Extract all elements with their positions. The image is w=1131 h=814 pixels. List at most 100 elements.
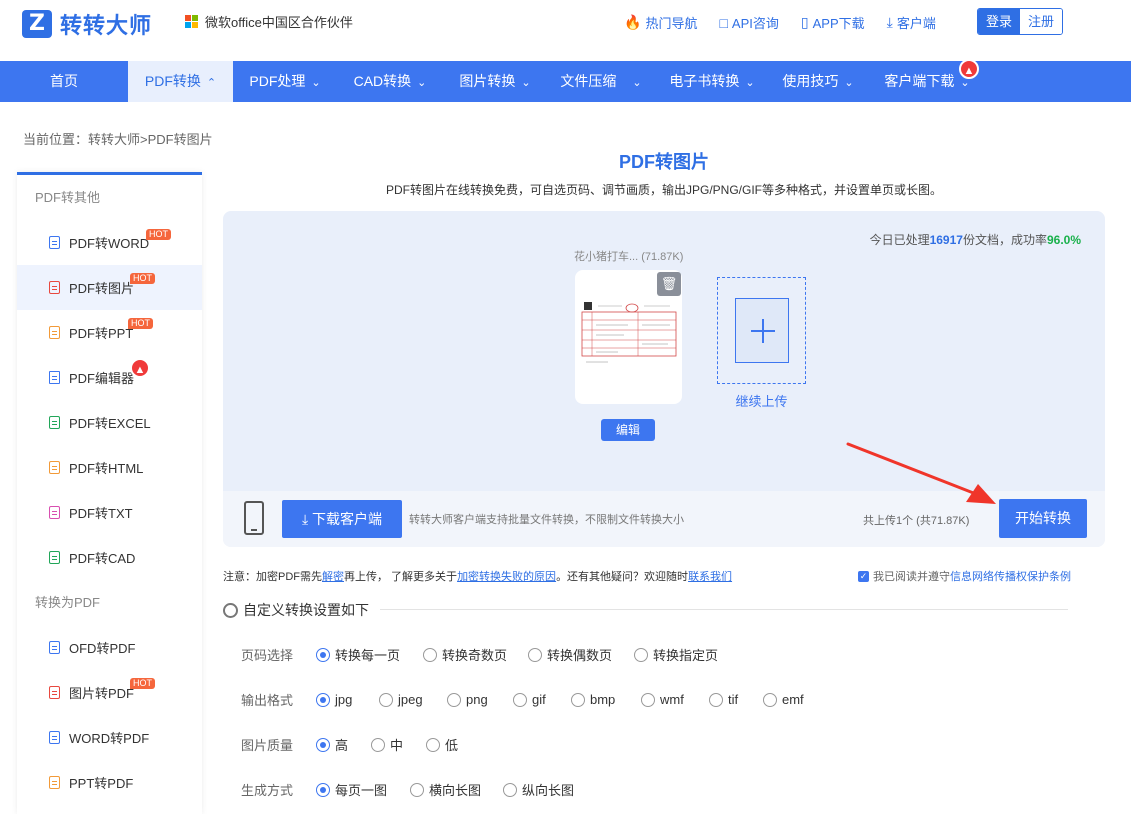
logo[interactable]: Z 转转大师: [22, 8, 152, 40]
radio-button[interactable]: [410, 782, 424, 797]
radio-button[interactable]: [503, 782, 517, 797]
download-client-button[interactable]: ⤓ 下载客户端: [282, 500, 402, 538]
radio-button[interactable]: [447, 692, 461, 707]
trash-icon[interactable]: 🗑: [657, 272, 681, 296]
hot-nav-label: 热门导航: [645, 16, 698, 31]
start-convert-button[interactable]: 开始转换: [999, 499, 1087, 538]
file-icon: [49, 461, 60, 474]
radio-button[interactable]: [528, 647, 542, 662]
radio-option[interactable]: jpeg: [379, 692, 447, 707]
agreement-link[interactable]: 信息网络传播权保护条例: [950, 568, 1071, 584]
radio-button[interactable]: [634, 647, 648, 662]
edit-button[interactable]: 编辑: [601, 419, 655, 441]
sidebar-item-pdf-to-word[interactable]: PDF转WORD HOT: [17, 220, 202, 265]
radio-option[interactable]: 转换偶数页: [528, 645, 634, 664]
nav-home[interactable]: 首页: [0, 61, 128, 102]
mobile-phone-icon: [244, 501, 264, 535]
nav-image-convert[interactable]: 图片转换 ⌄: [443, 61, 547, 102]
client-link[interactable]: ⤓ 客户端: [887, 13, 936, 32]
download-icon: ⤓: [301, 511, 313, 527]
radio-button[interactable]: [316, 647, 330, 662]
sidebar-item-pdf-to-ppt[interactable]: PDF转PPT HOT: [17, 310, 202, 355]
radio-button[interactable]: [379, 692, 393, 707]
nav-pdf-convert[interactable]: PDF转换 ⌃: [128, 61, 233, 102]
decrypt-link[interactable]: 解密: [322, 571, 344, 583]
hot-nav-link[interactable]: 🔥 热门导航: [624, 13, 697, 32]
radio-button[interactable]: [709, 692, 723, 707]
radio-button[interactable]: [763, 692, 777, 707]
nav-client-download[interactable]: 客户端下载 ⌄ ▲: [867, 59, 987, 102]
file-icon: [49, 236, 60, 249]
sidebar-item-pdf-editor[interactable]: PDF编辑器 ▲: [17, 355, 202, 400]
radio-button[interactable]: [641, 692, 655, 707]
file-icon: [49, 326, 60, 339]
login-button[interactable]: 登录: [978, 9, 1021, 34]
api-label: API咨询: [731, 16, 779, 31]
radio-option[interactable]: 低: [426, 735, 458, 754]
radio-option[interactable]: 中: [371, 735, 426, 754]
nav-file-compress[interactable]: 文件压缩 ⌄: [547, 61, 655, 102]
radio-option[interactable]: 每页一图: [316, 780, 410, 799]
agreement-checkbox[interactable]: ✓: [858, 570, 869, 582]
nav-tips[interactable]: 使用技巧 ⌄: [769, 61, 867, 102]
nav-ebook-convert[interactable]: 电子书转换 ⌄: [655, 61, 769, 102]
contact-us-link[interactable]: 联系我们: [688, 571, 732, 583]
radio-button[interactable]: [571, 692, 585, 707]
radio-option[interactable]: 高: [316, 735, 371, 754]
sidebar-item-ppt-to-pdf[interactable]: PPT转PDF: [17, 760, 202, 805]
radio-option[interactable]: gif: [513, 692, 571, 707]
radio-label: 中: [390, 738, 404, 753]
radio-button[interactable]: [426, 737, 440, 752]
nav-cad-convert[interactable]: CAD转换 ⌄: [337, 61, 443, 102]
radio-option[interactable]: 纵向长图: [503, 780, 574, 799]
radio-button[interactable]: [316, 782, 330, 797]
radio-button[interactable]: [316, 737, 330, 752]
radio-option[interactable]: tif: [709, 692, 763, 707]
radio-label: jpeg: [398, 692, 423, 707]
continue-upload-label[interactable]: 继续上传: [717, 391, 806, 410]
radio-option[interactable]: 转换奇数页: [423, 645, 528, 664]
radio-button[interactable]: [316, 692, 330, 707]
sidebar-item-label: PDF转CAD: [69, 551, 136, 566]
continue-upload-dropzone[interactable]: [717, 277, 806, 384]
stats-rate: 96.0%: [1046, 233, 1081, 247]
sidebar-item-pdf-to-txt[interactable]: PDF转TXT: [17, 490, 202, 535]
encryption-failure-link[interactable]: 加密转换失败的原因: [457, 571, 556, 583]
sidebar-item-pdf-to-excel[interactable]: PDF转EXCEL: [17, 400, 202, 445]
notice-part3: 。还有其他疑问？欢迎随时: [556, 571, 689, 583]
sidebar-item-image-to-pdf[interactable]: 图片转PDF HOT: [17, 670, 202, 715]
radio-option[interactable]: jpg: [316, 692, 379, 707]
app-download-link[interactable]: ▯ APP下载: [801, 13, 865, 32]
client-tip: 转转大师客户端支持批量文件转换，不限制文件转换大小: [409, 514, 684, 526]
radio-option[interactable]: 转换指定页: [634, 645, 718, 664]
sidebar-item-pdf-to-image[interactable]: PDF转图片 HOT: [17, 265, 202, 310]
sidebar-item-word-to-pdf[interactable]: WORD转PDF: [17, 715, 202, 760]
sidebar-item-pdf-to-cad[interactable]: PDF转CAD: [17, 535, 202, 580]
sidebar-item-label: WORD转PDF: [69, 731, 150, 746]
nav-tips-label: 使用技巧: [782, 73, 839, 89]
flame-icon: 🔥: [624, 14, 642, 30]
notice-text: 注意：加密PDF需先解密再上传， 了解更多关于加密转换失败的原因。还有其他疑问？…: [223, 568, 732, 584]
api-link[interactable]: □ API咨询: [719, 13, 778, 32]
upload-info: 共上传1个 (共71.87K): [863, 515, 970, 527]
option-label: 图片质量: [241, 738, 294, 753]
register-button[interactable]: 注册: [1020, 9, 1063, 34]
notice-part1: 注意：加密PDF需先: [223, 571, 322, 583]
nav-pdf-process[interactable]: PDF处理 ⌄: [233, 61, 337, 102]
settings-header: 自定义转换设置如下: [223, 600, 369, 620]
file-icon: [49, 686, 60, 699]
radio-button[interactable]: [371, 737, 385, 752]
radio-button[interactable]: [513, 692, 527, 707]
nav-cad-convert-label: CAD转换: [353, 73, 412, 89]
radio-label: 每页一图: [335, 783, 388, 798]
radio-option[interactable]: 转换每一页: [316, 645, 423, 664]
radio-option[interactable]: png: [447, 692, 513, 707]
radio-option[interactable]: wmf: [641, 692, 709, 707]
sidebar-item-ofd-to-pdf[interactable]: OFD转PDF: [17, 625, 202, 670]
radio-option[interactable]: 横向长图: [410, 780, 503, 799]
radio-button[interactable]: [423, 647, 437, 662]
radio-option[interactable]: bmp: [571, 692, 641, 707]
chevron-up-icon: ⌃: [206, 77, 217, 89]
radio-option[interactable]: emf: [763, 692, 804, 707]
sidebar-item-pdf-to-html[interactable]: PDF转HTML: [17, 445, 202, 490]
